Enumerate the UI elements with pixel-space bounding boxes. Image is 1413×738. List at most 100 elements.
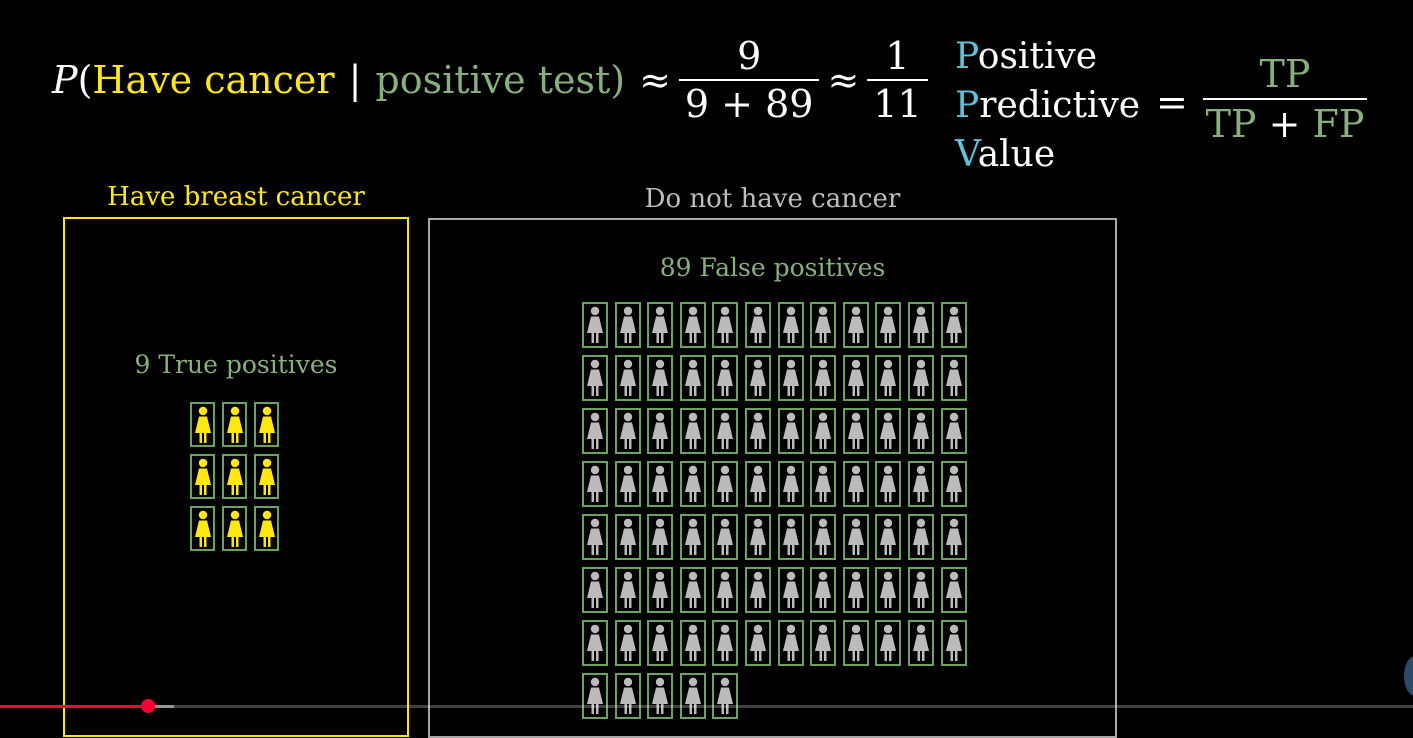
person-icon: [619, 359, 636, 396]
person-icon: [619, 465, 636, 502]
person-icon: [815, 465, 832, 502]
person-icon: [945, 359, 962, 396]
fraction-ratio-numerator: 1: [885, 34, 910, 78]
person-cell: [907, 620, 934, 666]
person-icon: [652, 306, 669, 343]
person-cell: [679, 514, 706, 560]
person-icon: [749, 624, 766, 661]
person-cell: [190, 402, 215, 447]
person-icon: [652, 677, 669, 714]
person-icon: [782, 359, 799, 396]
person-cell: [907, 461, 934, 507]
no-cancer-box-label: Do not have cancer: [644, 184, 901, 214]
person-cell: [744, 408, 771, 454]
person-cell: [810, 620, 837, 666]
person-icon: [619, 412, 636, 449]
person-icon: [684, 412, 701, 449]
person-cell: [712, 514, 739, 560]
person-cell: [614, 567, 641, 613]
person-icon: [652, 359, 669, 396]
person-cell: [712, 673, 739, 719]
person-icon: [717, 465, 734, 502]
person-icon: [945, 412, 962, 449]
person-icon: [749, 518, 766, 555]
person-icon: [619, 306, 636, 343]
person-cell: [810, 355, 837, 401]
person-icon: [194, 458, 211, 495]
person-icon: [815, 412, 832, 449]
person-icon: [847, 359, 864, 396]
person-icon: [684, 624, 701, 661]
person-cell: [810, 408, 837, 454]
person-cell: [222, 402, 247, 447]
person-cell: [647, 461, 674, 507]
person-cell: [842, 355, 869, 401]
person-icon: [619, 571, 636, 608]
person-cell: [647, 673, 674, 719]
ppv-word-value: Value: [955, 134, 1056, 175]
person-cell: [744, 461, 771, 507]
person-icon: [587, 306, 603, 343]
person-cell: [940, 408, 967, 454]
person-cell: [842, 620, 869, 666]
false-positives-grid: [582, 302, 967, 719]
person-icon: [587, 677, 603, 714]
person-cell: [907, 302, 934, 348]
person-icon: [258, 458, 275, 495]
person-icon: [684, 465, 701, 502]
probability-symbol: P: [52, 58, 78, 102]
person-icon: [847, 518, 864, 555]
person-cell: [647, 514, 674, 560]
person-icon: [815, 306, 832, 343]
person-cell: [679, 355, 706, 401]
person-cell: [777, 355, 804, 401]
person-icon: [945, 518, 962, 555]
person-cell: [647, 567, 674, 613]
person-cell: [940, 461, 967, 507]
person-cell: [875, 461, 902, 507]
person-cell: [777, 408, 804, 454]
person-icon: [684, 359, 701, 396]
person-icon: [684, 677, 701, 714]
person-icon: [912, 518, 929, 555]
progress-track[interactable]: [0, 705, 1413, 708]
person-cell: [679, 302, 706, 348]
person-cell: [875, 408, 902, 454]
person-icon: [782, 571, 799, 608]
person-icon: [226, 458, 243, 495]
given-bar: |: [348, 58, 362, 102]
person-cell: [940, 620, 967, 666]
channel-avatar[interactable]: [1404, 656, 1413, 696]
person-icon: [258, 406, 275, 443]
person-icon: [749, 571, 766, 608]
person-icon: [587, 412, 603, 449]
person-cell: [614, 673, 641, 719]
person-icon: [717, 412, 734, 449]
ppv-word-positive: Positive: [955, 36, 1098, 77]
approx-sign-2: ≈: [827, 58, 860, 102]
person-icon: [912, 412, 929, 449]
person-cell: [679, 567, 706, 613]
person-cell: [647, 355, 674, 401]
cancer-box-label: Have breast cancer: [107, 182, 365, 212]
person-icon: [782, 465, 799, 502]
person-icon: [652, 465, 669, 502]
person-icon: [912, 571, 929, 608]
person-icon: [749, 465, 766, 502]
person-cell: [744, 514, 771, 560]
person-icon: [880, 465, 897, 502]
person-cell: [777, 461, 804, 507]
person-cell: [907, 355, 934, 401]
person-cell: [254, 454, 279, 499]
person-cell: [647, 620, 674, 666]
person-cell: [614, 620, 641, 666]
person-cell: [842, 302, 869, 348]
person-icon: [226, 406, 243, 443]
person-cell: [940, 302, 967, 348]
person-icon: [652, 571, 669, 608]
person-cell: [744, 355, 771, 401]
person-cell: [842, 461, 869, 507]
true-positives-label: 9 True positives: [134, 350, 338, 379]
ppv-fraction: TP TP + FP: [1203, 50, 1367, 148]
person-cell: [614, 355, 641, 401]
